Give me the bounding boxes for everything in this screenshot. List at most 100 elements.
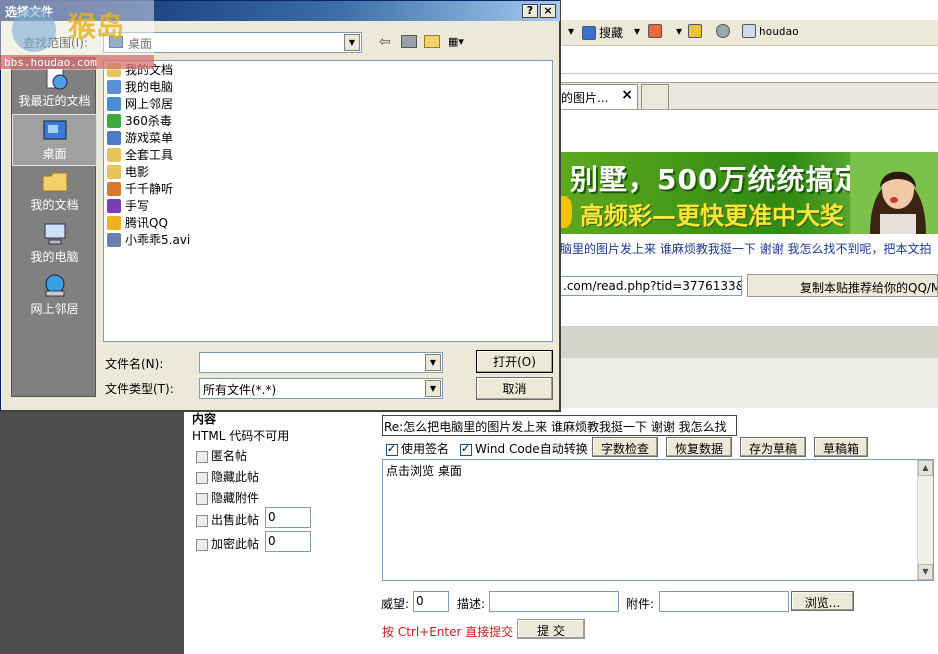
place-my-computer[interactable]: 我的电脑: [12, 218, 97, 270]
mail-button[interactable]: [648, 24, 662, 38]
word-count-button[interactable]: 字数检查: [592, 437, 658, 457]
handwriting-icon: [107, 198, 121, 213]
edit-button[interactable]: [688, 24, 702, 38]
desc-input[interactable]: [489, 591, 619, 612]
close-icon[interactable]: ×: [540, 4, 556, 18]
sell-price-input[interactable]: 0: [265, 507, 311, 528]
option-sell-post[interactable]: 出售此帖: [196, 511, 259, 528]
watermark-brand: 猴岛: [68, 10, 124, 43]
list-item[interactable]: 我的电脑: [107, 78, 173, 95]
content-label: 内容: [192, 412, 217, 426]
recommend-button[interactable]: 复制本贴推荐给你的QQ/M: [747, 274, 938, 297]
use-signature-option[interactable]: 使用签名: [386, 440, 449, 457]
list-item[interactable]: 游戏菜单: [107, 129, 173, 146]
user-button[interactable]: houdao: [742, 24, 799, 38]
encrypt-value-input[interactable]: 0: [265, 531, 311, 552]
list-item[interactable]: 电影: [107, 163, 149, 180]
toolbar-dropdown[interactable]: ▾: [634, 24, 640, 38]
banner-headline: 别墅，500万统统搞定!: [570, 163, 878, 196]
view-menu-icon[interactable]: ▦▾: [448, 35, 470, 49]
network-icon: [45, 274, 64, 297]
new-tab[interactable]: [641, 84, 669, 109]
desc-label: 描述:: [457, 597, 486, 611]
user-icon: [742, 24, 756, 38]
save-draft-button[interactable]: 存为草稿: [740, 437, 806, 457]
textarea-scrollbar[interactable]: ▲ ▼: [917, 460, 933, 580]
thread-links[interactable]: 脑里的图片发上来 谁麻烦教我挺一下 谢谢 我怎么找不到呢，把本文拍: [560, 240, 938, 258]
option-anonymous[interactable]: 匿名帖: [196, 447, 247, 464]
submit-button[interactable]: 提 交: [517, 619, 585, 639]
computer-icon: [107, 79, 121, 94]
favorites-icon: [582, 25, 596, 40]
address-bar[interactable]: [560, 48, 938, 74]
checkbox[interactable]: [460, 442, 472, 456]
desktop-icon: [43, 120, 66, 140]
draft-box-button[interactable]: 草稿箱: [814, 437, 868, 457]
folder-icon: [107, 147, 121, 162]
toolbar-dropdown[interactable]: ▾: [568, 24, 574, 38]
search-button[interactable]: 搜藏: [582, 24, 623, 41]
qq-icon: [107, 215, 121, 230]
new-folder-icon[interactable]: [424, 35, 440, 48]
checkbox[interactable]: [196, 514, 208, 527]
chevron-down-icon[interactable]: ▼: [344, 34, 360, 51]
checkbox[interactable]: [196, 492, 208, 505]
attach-input[interactable]: [659, 591, 789, 612]
option-hide-post[interactable]: 隐藏此帖: [196, 468, 259, 485]
checkbox[interactable]: [196, 538, 208, 551]
file-list[interactable]: 我的文档 我的电脑 网上邻居 360杀毒 游戏菜单 全套工具 电影 千千静听 手…: [103, 60, 553, 342]
checkbox[interactable]: [196, 450, 208, 463]
computer-icon: [44, 223, 65, 245]
list-item[interactable]: 千千静听: [107, 180, 173, 197]
list-item[interactable]: 手写: [107, 197, 149, 214]
place-my-documents[interactable]: 我的文档: [12, 166, 97, 218]
filetype-select[interactable]: 所有文件(*.*) ▼: [199, 378, 443, 399]
close-tab-icon[interactable]: ×: [621, 87, 633, 103]
help-icon[interactable]: ?: [522, 4, 538, 18]
open-button[interactable]: 打开(O): [476, 350, 553, 373]
cancel-button[interactable]: 取消: [476, 377, 553, 400]
banner-model-image: [850, 152, 938, 234]
option-hide-attachment[interactable]: 隐藏附件: [196, 489, 259, 506]
list-item[interactable]: 全套工具: [107, 146, 173, 163]
watermark-url: bbs.houdao.com: [4, 56, 97, 69]
thread-url-field[interactable]: .com/read.php?tid=3776133&u=1: [560, 276, 742, 296]
ad-banner[interactable]: 别墅，500万统统搞定! 高频彩—更快更准中大奖: [560, 152, 938, 234]
places-bar: 我最近的文档 桌面 我的文档 我的电脑 网上邻居: [11, 57, 97, 397]
antivirus-icon: [107, 113, 121, 128]
html-note: HTML 代码不可用: [192, 429, 290, 443]
pencil-icon: [688, 24, 702, 38]
filename-label: 文件名(N):: [105, 357, 164, 371]
title-input[interactable]: Re:怎么把电脑里的图片发上来 谁麻烦教我挺一下 谢谢 我怎么找: [382, 415, 737, 436]
place-network[interactable]: 网上邻居: [12, 270, 97, 322]
windcode-option[interactable]: Wind Code自动转换: [460, 440, 588, 457]
chevron-down-icon[interactable]: ▼: [425, 380, 441, 397]
list-item[interactable]: 360杀毒: [107, 112, 172, 129]
list-item[interactable]: 网上邻居: [107, 95, 173, 112]
list-item[interactable]: 腾讯QQ: [107, 214, 168, 231]
back-icon[interactable]: ⇦: [379, 34, 391, 50]
toolbar-dropdown[interactable]: ▾: [676, 24, 682, 38]
option-encrypt-post[interactable]: 加密此帖: [196, 535, 259, 552]
filename-input[interactable]: ▼: [199, 352, 443, 373]
browser-toolbar: ▾ 搜藏 ▾ ▾ houdao: [560, 20, 938, 46]
folder-icon: [107, 164, 121, 179]
list-item[interactable]: 小乖乖5.avi: [107, 231, 190, 248]
place-desktop[interactable]: 桌面: [12, 114, 97, 166]
checkbox[interactable]: [386, 442, 398, 456]
content-textarea[interactable]: 点击浏览 桌面 ▲ ▼: [382, 459, 934, 581]
scroll-down-icon[interactable]: ▼: [918, 564, 933, 580]
folder-icon: [42, 172, 67, 192]
settings-button[interactable]: [716, 24, 730, 38]
chevron-down-icon[interactable]: ▼: [425, 354, 441, 371]
checkbox[interactable]: [196, 471, 208, 484]
tab-current[interactable]: 的图片... ×: [560, 84, 638, 109]
scroll-up-icon[interactable]: ▲: [918, 460, 933, 476]
restore-data-button[interactable]: 恢复数据: [666, 437, 732, 457]
weiwang-input[interactable]: 0: [413, 591, 449, 612]
up-folder-icon[interactable]: [401, 35, 417, 48]
content-text: 点击浏览 桌面: [386, 464, 462, 478]
weiwang-label: 威望:: [381, 597, 410, 611]
browse-button[interactable]: 浏览...: [791, 591, 854, 611]
mail-icon: [648, 24, 662, 38]
